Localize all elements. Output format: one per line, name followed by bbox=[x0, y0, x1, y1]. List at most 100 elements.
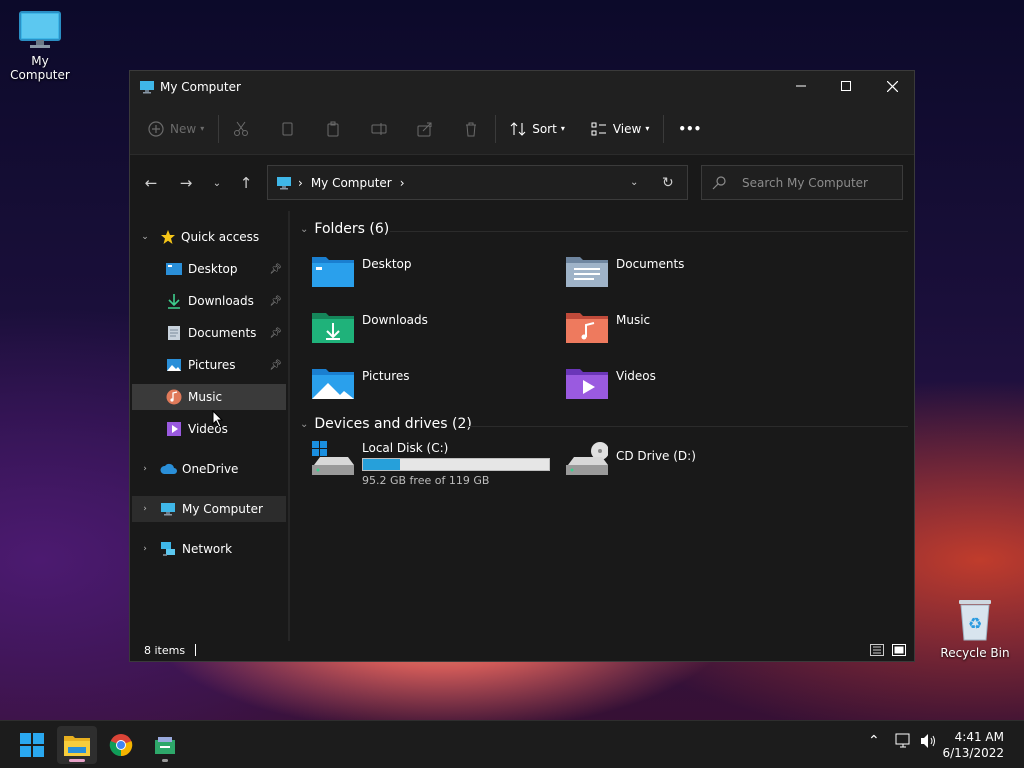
sidebar-item-music[interactable]: Music bbox=[132, 384, 286, 410]
desktop-folder-icon bbox=[312, 257, 354, 287]
share-button[interactable] bbox=[409, 113, 441, 145]
minimize-button[interactable] bbox=[778, 71, 824, 101]
copy-button[interactable] bbox=[271, 113, 303, 145]
search-box[interactable]: Search My Computer bbox=[701, 165, 903, 200]
taskbar-chrome[interactable] bbox=[101, 726, 141, 764]
show-hidden-icons-chevron-up-icon[interactable]: ⌃ bbox=[868, 733, 880, 749]
chevron-down-icon[interactable]: ⌄ bbox=[138, 232, 152, 242]
sidebar-item-downloads[interactable]: Downloads 📌︎ bbox=[132, 288, 286, 314]
group-header-folders[interactable]: ⌄ Folders (6) bbox=[300, 221, 389, 237]
folder-item-videos[interactable]: Videos bbox=[566, 365, 816, 409]
folder-label: Downloads bbox=[362, 313, 428, 327]
pane-divider[interactable] bbox=[288, 211, 290, 641]
breadcrumb-my-computer[interactable]: My Computer bbox=[311, 176, 392, 190]
back-button[interactable]: ← bbox=[137, 169, 165, 197]
sidebar-item-my-computer[interactable]: › My Computer bbox=[132, 496, 286, 522]
cd-drive-icon bbox=[566, 442, 608, 475]
group-header-label: Folders (6) bbox=[314, 221, 390, 237]
mouse-cursor-icon bbox=[212, 410, 224, 428]
up-button[interactable]: ↑ bbox=[232, 169, 260, 197]
drive-item-d[interactable]: CD Drive (D:) bbox=[566, 441, 816, 491]
drive-label: Local Disk (C:) bbox=[362, 441, 449, 455]
folder-item-pictures[interactable]: Pictures bbox=[312, 365, 562, 409]
group-header-devices[interactable]: ⌄ Devices and drives (2) bbox=[300, 416, 472, 432]
active-indicator bbox=[69, 759, 85, 762]
navigation-pane: ⌄ Quick access Desktop 📌︎ Downloads 📌︎ D… bbox=[130, 211, 288, 641]
sidebar-item-documents[interactable]: Documents 📌︎ bbox=[132, 320, 286, 346]
content-pane: ⌄ Folders (6) Desktop Documents Download… bbox=[292, 211, 914, 641]
delete-button[interactable] bbox=[455, 113, 487, 145]
sidebar-item-videos[interactable]: Videos bbox=[132, 416, 286, 442]
address-dropdown-icon[interactable]: ⌄ bbox=[630, 177, 638, 188]
desktop-icon-my-computer[interactable]: My Computer bbox=[0, 10, 80, 82]
sidebar-item-quick-access[interactable]: ⌄ Quick access bbox=[132, 224, 286, 250]
view-label: View bbox=[612, 121, 642, 136]
recent-locations-button[interactable]: ⌄ bbox=[203, 169, 231, 197]
start-button[interactable] bbox=[12, 726, 52, 764]
window-title: My Computer bbox=[160, 80, 241, 94]
more-options-button[interactable]: ••• bbox=[670, 113, 709, 145]
sidebar-item-label: Documents bbox=[188, 326, 257, 340]
toolbar-divider bbox=[218, 114, 220, 143]
running-indicator bbox=[162, 759, 168, 762]
paste-button[interactable] bbox=[317, 113, 349, 145]
sort-icon bbox=[510, 121, 526, 136]
pin-icon: 📌︎ bbox=[269, 295, 282, 307]
downloads-folder-icon bbox=[312, 313, 354, 343]
more-icon: ••• bbox=[678, 121, 702, 136]
chevron-right-icon[interactable]: › bbox=[138, 464, 152, 474]
desktop-icon-label: Recycle Bin bbox=[940, 646, 1010, 660]
sidebar-item-network[interactable]: › Network bbox=[132, 536, 286, 562]
new-button[interactable]: New ▾ bbox=[140, 113, 212, 145]
videos-icon bbox=[167, 422, 181, 436]
desktop-icon-label: My Computer bbox=[10, 54, 70, 82]
desktop-icon-recycle-bin[interactable]: ♻ Recycle Bin bbox=[935, 596, 1015, 660]
sort-button[interactable]: Sort ▾ bbox=[502, 113, 573, 145]
folder-item-downloads[interactable]: Downloads bbox=[312, 309, 562, 353]
videos-folder-icon bbox=[566, 369, 608, 399]
refresh-icon[interactable]: ↻ bbox=[662, 175, 674, 191]
close-button[interactable] bbox=[869, 71, 915, 101]
maximize-button[interactable] bbox=[823, 71, 869, 101]
details-view-icon[interactable] bbox=[870, 644, 884, 656]
folder-label: Desktop bbox=[362, 257, 412, 271]
folder-item-documents[interactable]: Documents bbox=[566, 253, 816, 297]
sidebar-item-onedrive[interactable]: › OneDrive bbox=[132, 456, 286, 482]
drive-item-c[interactable]: Local Disk (C:) 95.2 GB free of 119 GB bbox=[312, 441, 572, 491]
folder-item-music[interactable]: Music bbox=[566, 309, 816, 353]
monitor-icon bbox=[19, 11, 61, 48]
tiles-view-icon[interactable] bbox=[892, 644, 906, 656]
command-bar: New ▾ Sort ▾ View ▾ ••• bbox=[130, 103, 914, 155]
sidebar-item-label: Music bbox=[188, 390, 223, 404]
forward-button[interactable]: → bbox=[172, 169, 200, 197]
file-explorer-window: My Computer New ▾ Sort ▾ View ▾ ••• ← → … bbox=[129, 70, 915, 662]
pin-icon: 📌︎ bbox=[269, 359, 282, 371]
drive-usage-bar bbox=[362, 458, 550, 471]
chevron-right-icon[interactable]: › bbox=[138, 544, 152, 554]
clock[interactable]: 4:41 AM 6/13/2022 bbox=[942, 729, 1004, 761]
chevron-right-icon[interactable]: › bbox=[138, 504, 152, 514]
chevron-down-icon: ▾ bbox=[645, 124, 650, 133]
chevron-down-icon: ⌄ bbox=[300, 223, 309, 235]
pictures-icon bbox=[167, 359, 181, 371]
sidebar-item-desktop[interactable]: Desktop 📌︎ bbox=[132, 256, 286, 282]
breadcrumb-separator[interactable]: › bbox=[400, 176, 405, 190]
folder-item-desktop[interactable]: Desktop bbox=[312, 253, 562, 297]
folder-label: Pictures bbox=[362, 369, 410, 383]
volume-icon[interactable] bbox=[920, 733, 938, 749]
chevron-down-icon: ⌄ bbox=[212, 177, 222, 189]
rename-button[interactable] bbox=[363, 113, 395, 145]
chevron-down-icon: ▾ bbox=[560, 124, 565, 133]
sidebar-item-label: Pictures bbox=[188, 358, 236, 372]
address-bar[interactable]: › My Computer › ⌄ ↻ bbox=[267, 165, 688, 200]
download-icon bbox=[168, 294, 180, 309]
documents-folder-icon bbox=[566, 257, 608, 287]
network-status-icon[interactable] bbox=[895, 733, 913, 749]
taskbar-file-explorer[interactable] bbox=[57, 726, 97, 764]
view-button[interactable]: View ▾ bbox=[583, 113, 658, 145]
cut-button[interactable] bbox=[225, 113, 257, 145]
group-divider bbox=[460, 426, 908, 427]
new-label: New bbox=[170, 121, 197, 136]
sidebar-item-pictures[interactable]: Pictures 📌︎ bbox=[132, 352, 286, 378]
taskbar-app[interactable] bbox=[145, 726, 185, 764]
